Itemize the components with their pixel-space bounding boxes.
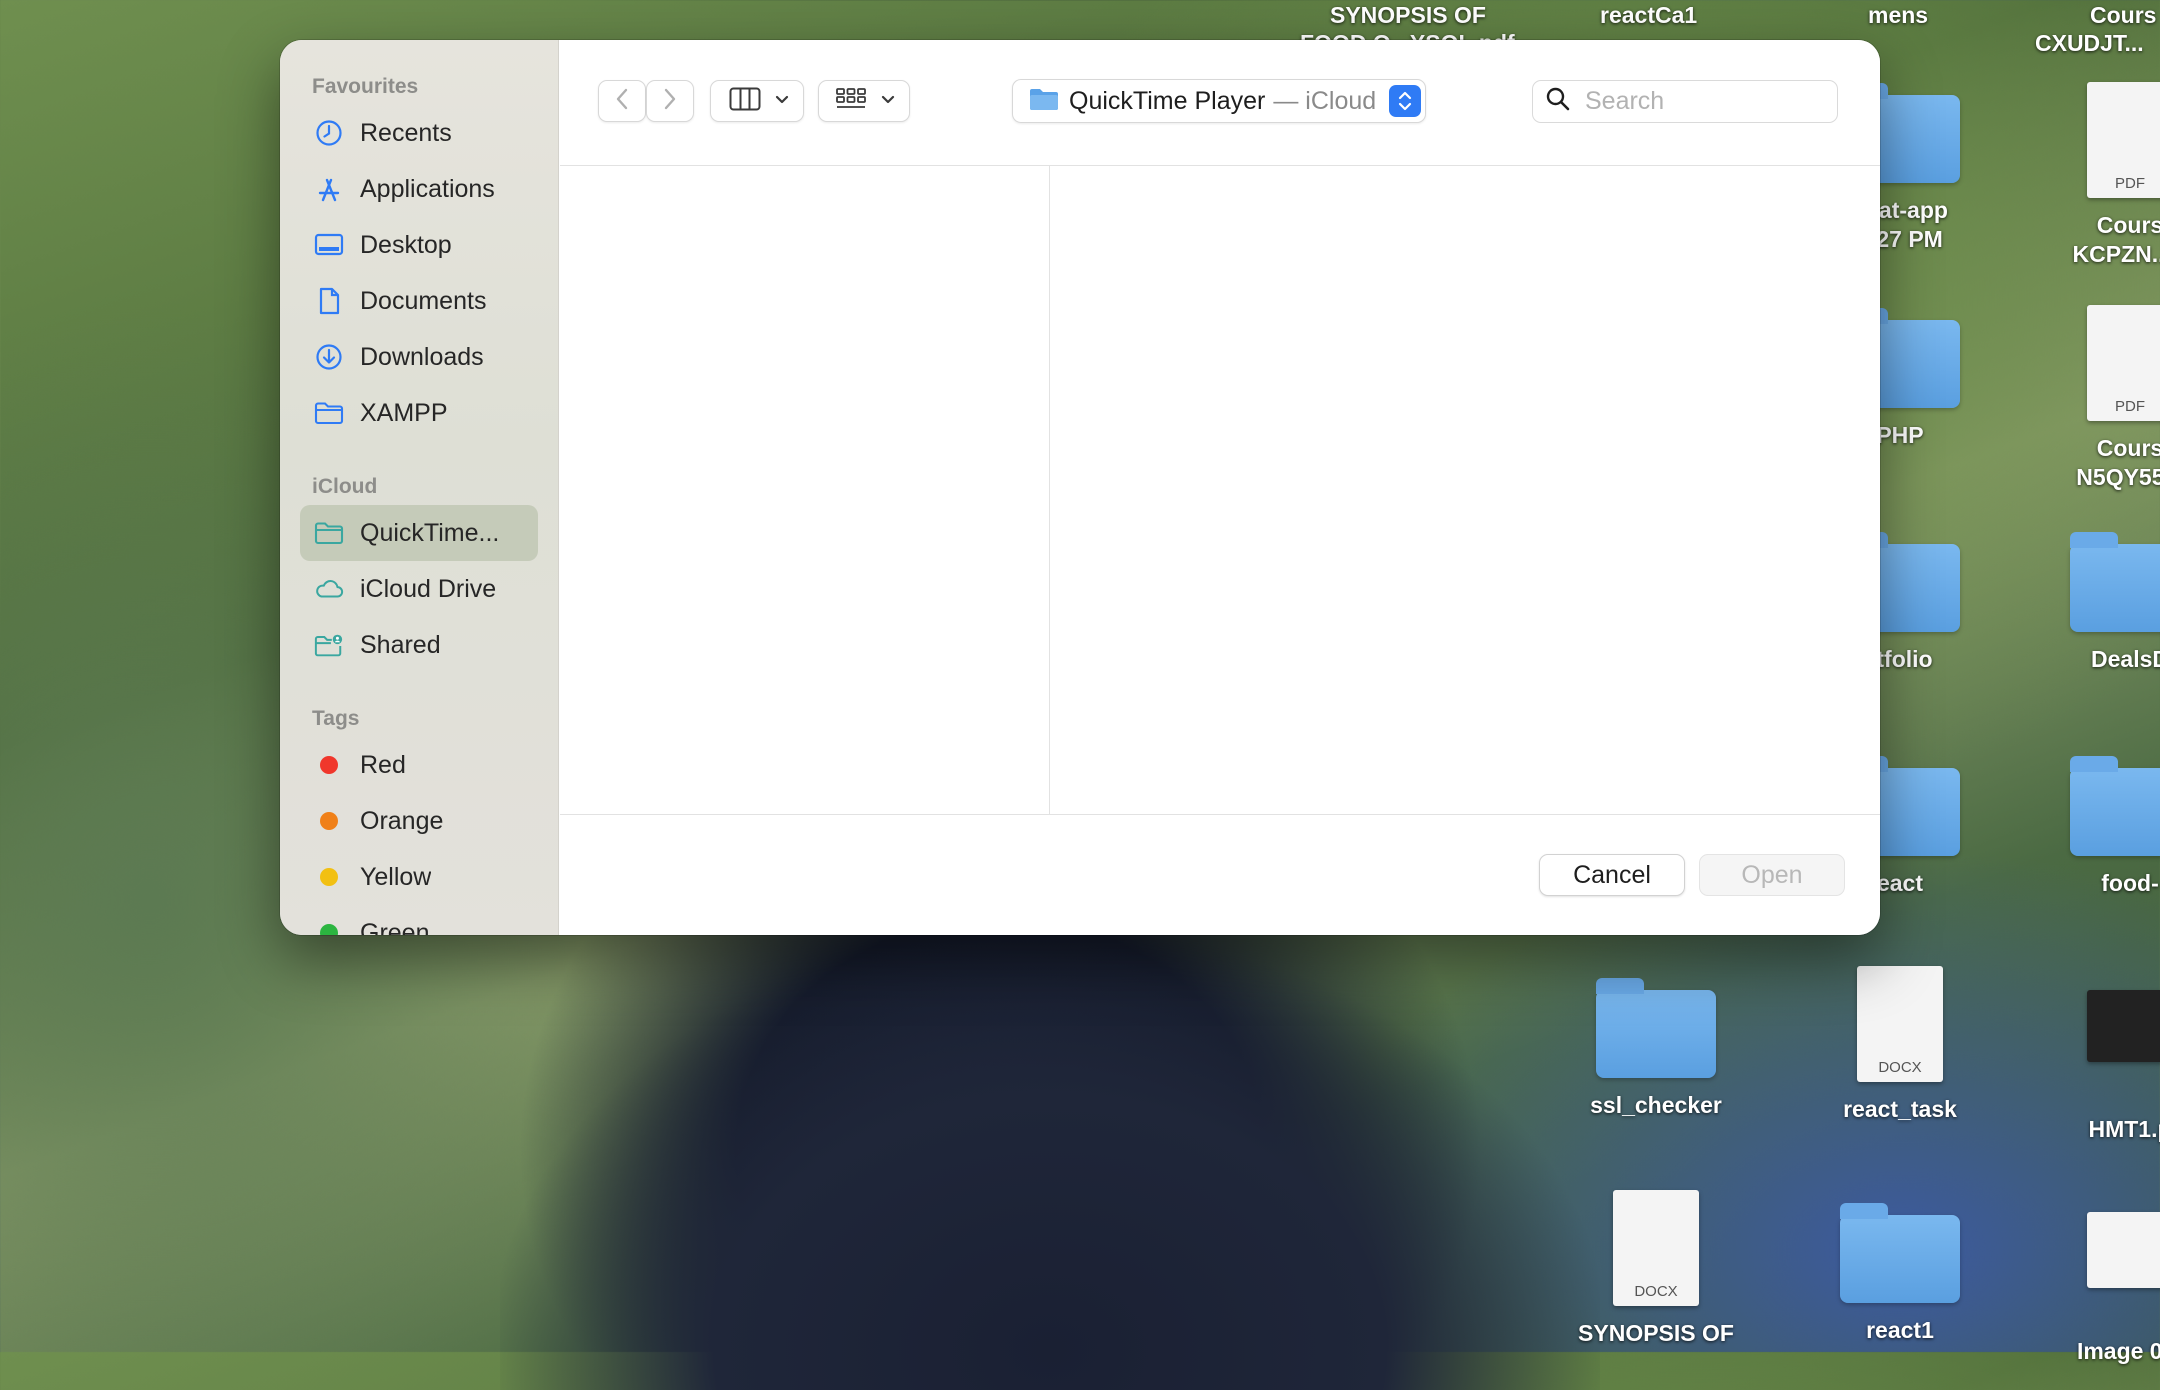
desktop-label: reactCa1 bbox=[1600, 2, 1698, 28]
desktop-file-hmt1[interactable]: HMT1.p bbox=[2030, 990, 2160, 1145]
folder-icon bbox=[314, 518, 344, 548]
desktop-folder-food[interactable]: food- bbox=[2030, 756, 2160, 899]
chevron-right-icon bbox=[663, 87, 677, 116]
sidebar-tag-red[interactable]: Red bbox=[300, 737, 538, 793]
docx-file-icon: DOCX bbox=[1613, 1190, 1699, 1306]
search-field[interactable]: Search bbox=[1532, 80, 1838, 123]
up-down-chevron-icon bbox=[1389, 85, 1421, 117]
document-icon bbox=[314, 286, 344, 316]
location-source: — iCloud bbox=[1273, 86, 1377, 115]
columns-view-icon bbox=[729, 87, 761, 116]
sidebar-item-label: Documents bbox=[360, 286, 487, 315]
desktop-file-image[interactable]: Image 02- bbox=[2030, 1212, 2160, 1367]
sidebar-item-icloud-drive[interactable]: iCloud Drive bbox=[300, 561, 538, 617]
view-mode-button[interactable] bbox=[710, 80, 804, 122]
folder-icon bbox=[1840, 1203, 1960, 1303]
clock-icon bbox=[314, 118, 344, 148]
sidebar-item-applications[interactable]: Applications bbox=[300, 161, 538, 217]
sidebar-item-documents[interactable]: Documents bbox=[300, 273, 538, 329]
desktop-file-react-task[interactable]: DOCX react_task bbox=[1800, 966, 2000, 1125]
desktop-label: Cours bbox=[2090, 2, 2157, 28]
sidebar-section-icloud: iCloud bbox=[312, 475, 378, 498]
tag-color-dot bbox=[320, 868, 338, 886]
location-popup[interactable]: QuickTime Player — iCloud bbox=[1012, 79, 1426, 123]
grid-icon bbox=[835, 87, 867, 116]
desktop-label: mens bbox=[1868, 2, 1929, 28]
sidebar-item-label: Recents bbox=[360, 118, 452, 147]
wallpaper-person bbox=[500, 930, 1600, 1390]
image-file-icon bbox=[2087, 1212, 2160, 1288]
image-file-icon bbox=[2087, 990, 2160, 1062]
desktop-folder-deals[interactable]: DealsD bbox=[2030, 532, 2160, 675]
sidebar-item-downloads[interactable]: Downloads bbox=[300, 329, 538, 385]
sidebar-item-recents[interactable]: Recents bbox=[300, 105, 538, 161]
desktop-file-synopsis[interactable]: DOCX SYNOPSIS OF bbox=[1556, 1190, 1756, 1349]
docx-file-icon: DOCX bbox=[1857, 966, 1943, 1082]
toolbar: QuickTime Player — iCloud Search bbox=[560, 40, 1880, 166]
tag-color-dot bbox=[320, 812, 338, 830]
sidebar-item-shared[interactable]: Shared bbox=[300, 617, 538, 673]
folder-icon bbox=[2070, 532, 2160, 632]
sidebar: Favourites Recents Applications Desktop … bbox=[280, 40, 559, 935]
desktop-label: SYNOPSIS OF bbox=[1330, 2, 1486, 28]
chevron-down-icon bbox=[881, 92, 895, 110]
download-icon bbox=[314, 342, 344, 372]
chevron-left-icon bbox=[615, 87, 629, 116]
sidebar-section-favourites: Favourites bbox=[312, 75, 419, 98]
sidebar-tag-green[interactable]: Green bbox=[300, 905, 538, 935]
sidebar-item-label: iCloud Drive bbox=[360, 574, 497, 603]
open-button[interactable]: Open bbox=[1699, 854, 1845, 896]
cloud-icon bbox=[314, 574, 344, 604]
desktop-icon bbox=[314, 230, 344, 260]
browser-main: QuickTime Player — iCloud Search Cancel … bbox=[560, 40, 1880, 935]
chevron-down-icon bbox=[775, 92, 789, 110]
search-placeholder: Search bbox=[1585, 87, 1665, 115]
sidebar-item-label: Red bbox=[360, 750, 406, 779]
desktop-file-cours-1[interactable]: PDF Cours KCPZN...K bbox=[2030, 82, 2160, 270]
back-button[interactable] bbox=[598, 80, 646, 122]
folder-icon bbox=[2070, 756, 2160, 856]
sidebar-item-label: Yellow bbox=[360, 862, 432, 891]
sidebar-section-tags: Tags bbox=[312, 707, 360, 730]
sidebar-item-label: XAMPP bbox=[360, 398, 448, 427]
sidebar-item-label: Downloads bbox=[360, 342, 484, 371]
tag-color-dot bbox=[320, 924, 338, 935]
open-file-dialog: Favourites Recents Applications Desktop … bbox=[280, 40, 1880, 935]
desktop-file-cours-2[interactable]: PDF Cours N5QY55... bbox=[2030, 305, 2160, 493]
pdf-file-icon: PDF bbox=[2087, 82, 2160, 198]
folder-icon bbox=[1596, 978, 1716, 1078]
forward-button[interactable] bbox=[646, 80, 694, 122]
folder-icon bbox=[1029, 87, 1059, 116]
sidebar-item-label: Applications bbox=[360, 174, 495, 203]
pdf-file-icon: PDF bbox=[2087, 305, 2160, 421]
tag-color-dot bbox=[320, 756, 338, 774]
applications-icon bbox=[314, 174, 344, 204]
search-icon bbox=[1545, 86, 1571, 117]
sidebar-item-desktop[interactable]: Desktop bbox=[300, 217, 538, 273]
folder-icon bbox=[314, 398, 344, 428]
sidebar-tag-orange[interactable]: Orange bbox=[300, 793, 538, 849]
sidebar-item-label: Desktop bbox=[360, 230, 452, 259]
desktop-folder-ssl-checker[interactable]: ssl_checker bbox=[1556, 978, 1756, 1121]
sidebar-item-label: QuickTime... bbox=[360, 518, 500, 547]
shared-folder-icon bbox=[314, 630, 344, 660]
sidebar-item-label: Green bbox=[360, 918, 430, 936]
browser-column-2[interactable] bbox=[1050, 166, 1880, 815]
sidebar-item-label: Orange bbox=[360, 806, 444, 835]
desktop-label: CXUDJT... bbox=[2035, 30, 2144, 56]
location-name: QuickTime Player bbox=[1069, 86, 1266, 115]
sidebar-item-label: Shared bbox=[360, 630, 441, 659]
sidebar-tag-yellow[interactable]: Yellow bbox=[300, 849, 538, 905]
cancel-button[interactable]: Cancel bbox=[1539, 854, 1685, 896]
sidebar-item-quicktime[interactable]: QuickTime... bbox=[300, 505, 538, 561]
sidebar-item-xampp[interactable]: XAMPP bbox=[300, 385, 538, 441]
browser-column-1[interactable] bbox=[560, 166, 1050, 815]
group-button[interactable] bbox=[818, 80, 910, 122]
desktop-folder-react1[interactable]: react1 bbox=[1800, 1203, 2000, 1346]
